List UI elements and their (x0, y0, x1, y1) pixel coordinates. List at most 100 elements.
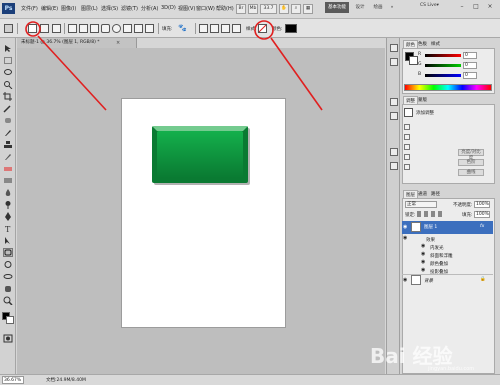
path-selection-tool-icon[interactable] (3, 236, 13, 245)
history-brush-tool-icon[interactable] (3, 152, 13, 161)
green-value-field[interactable]: 0 (463, 62, 477, 69)
blue-slider[interactable] (425, 74, 461, 77)
gradient-tool-icon[interactable] (3, 176, 13, 185)
crop-tool-icon[interactable] (3, 92, 13, 101)
menu-view[interactable]: 视图(V) (178, 5, 195, 12)
zoom-level-field[interactable]: 33.7 (260, 4, 277, 14)
adjustment-button-levels[interactable]: 色阶 (458, 159, 484, 166)
paths-icon[interactable] (40, 24, 49, 33)
eye-icon[interactable]: ◉ (421, 267, 427, 273)
type-tool-icon[interactable]: T (3, 224, 13, 233)
quick-select-tool-icon[interactable] (3, 80, 13, 89)
eye-icon[interactable]: ◉ (403, 235, 409, 241)
background-layer-name[interactable]: 背景 (424, 278, 433, 284)
rectangle-shape-icon[interactable] (90, 24, 99, 33)
eye-icon[interactable]: ◉ (421, 251, 427, 257)
dodge-tool-icon[interactable] (3, 200, 13, 209)
effect-color-overlay[interactable]: 颜色叠加 (430, 261, 448, 267)
document-canvas[interactable] (121, 98, 286, 328)
effect-bevel-emboss[interactable]: 斜面和浮雕 (430, 253, 453, 259)
workspace-more-button[interactable]: » (388, 2, 396, 13)
custom-shape-icon[interactable] (145, 24, 154, 33)
move-tool-icon[interactable] (3, 44, 13, 53)
eye-icon[interactable]: ◉ (421, 243, 427, 249)
menu-help[interactable]: 帮助(H) (216, 5, 234, 12)
curves-icon[interactable] (404, 144, 410, 150)
freeform-pen-icon[interactable] (79, 24, 88, 33)
pen-tool-icon[interactable] (3, 212, 13, 221)
menu-file[interactable]: 文件(F) (21, 5, 38, 12)
marquee-tool-icon[interactable] (3, 56, 13, 65)
panel-background-swatch[interactable] (409, 56, 418, 65)
menu-layer[interactable]: 图层(L) (81, 5, 98, 12)
zoom-tool-icon[interactable] (3, 296, 13, 305)
brightness-icon[interactable] (404, 124, 410, 130)
eraser-tool-icon[interactable] (3, 164, 13, 173)
restore-button[interactable]: □ (470, 2, 482, 12)
brush-panel-icon[interactable] (390, 98, 398, 106)
effect-inner-glow[interactable]: 内发光 (430, 245, 444, 251)
adjustment-button-brightness[interactable]: 亮度/对比度 (458, 149, 484, 161)
menu-edit[interactable]: 编辑(E) (41, 5, 58, 12)
3d-rotate-tool-icon[interactable] (3, 260, 13, 269)
rounded-rectangle-tool-icon[interactable] (4, 24, 13, 33)
zoom-icon[interactable]: ⌕ (291, 4, 301, 14)
clone-source-panel-icon[interactable] (390, 112, 398, 120)
shape-tool-icon[interactable] (3, 248, 13, 257)
healing-brush-tool-icon[interactable] (3, 116, 13, 125)
blur-tool-icon[interactable] (3, 188, 13, 197)
lasso-tool-icon[interactable] (3, 68, 13, 77)
rounded-rect-shape-icon[interactable] (101, 24, 110, 33)
eye-icon[interactable]: ◉ (403, 277, 409, 283)
ellipse-shape-icon[interactable] (112, 24, 121, 33)
cs-live-button[interactable]: CS Live▾ (420, 3, 439, 8)
adjustment-button-curves[interactable]: 曲线 (458, 169, 484, 176)
layer-name[interactable]: 图层 1 (424, 224, 437, 230)
hand-icon[interactable]: ✋ (279, 4, 289, 14)
eye-icon[interactable]: ◉ (403, 224, 409, 230)
color-spectrum-bar[interactable] (404, 84, 492, 91)
add-shape-icon[interactable] (210, 24, 219, 33)
fill-field[interactable]: 100% (474, 211, 490, 218)
brush-tool-icon[interactable] (3, 128, 13, 137)
blue-value-field[interactable]: 0 (463, 72, 477, 79)
bridge-button[interactable]: Br (236, 4, 246, 14)
fx-icon[interactable]: fx (480, 224, 484, 229)
lock-icons[interactable] (417, 211, 445, 217)
menu-image[interactable]: 图像(I) (61, 5, 76, 12)
rounded-rectangle-shape[interactable] (122, 99, 285, 327)
minibridge-button[interactable]: Mb (248, 4, 258, 14)
workspace-design-button[interactable]: 设计 (352, 2, 368, 13)
effects-row[interactable] (402, 235, 493, 243)
minimize-button[interactable]: – (456, 2, 468, 12)
menu-analysis[interactable]: 分析(A) (141, 5, 158, 12)
background-color-swatch[interactable] (6, 316, 14, 324)
green-slider[interactable] (425, 64, 461, 67)
status-zoom-field[interactable]: 36.67% (2, 376, 24, 384)
hand-tool-icon[interactable] (3, 284, 13, 293)
opacity-field[interactable]: 100% (474, 201, 490, 208)
menu-3d[interactable]: 3D(D) (161, 5, 176, 11)
line-shape-icon[interactable] (134, 24, 143, 33)
hue-icon[interactable] (404, 154, 410, 160)
shape-layers-icon[interactable] (28, 24, 37, 33)
clone-stamp-tool-icon[interactable] (3, 140, 13, 149)
fill-pixels-icon[interactable] (52, 24, 61, 33)
menu-window[interactable]: 窗口(W) (196, 5, 215, 12)
paragraph-panel-icon[interactable] (390, 162, 398, 170)
subtract-shape-icon[interactable] (221, 24, 230, 33)
menu-filter[interactable]: 滤镜(T) (121, 5, 138, 12)
workspace-essentials-button[interactable]: 基本功能 (325, 2, 349, 13)
intersect-shape-icon[interactable] (232, 24, 241, 33)
menu-select[interactable]: 选择(S) (101, 5, 118, 12)
red-slider[interactable] (425, 54, 461, 57)
pen-icon[interactable] (68, 24, 77, 33)
workspace-paint-button[interactable]: 绘画 (370, 2, 386, 13)
character-panel-icon[interactable] (390, 148, 398, 156)
eyedropper-tool-icon[interactable] (3, 104, 13, 113)
levels-icon[interactable] (404, 134, 410, 140)
color-swatch[interactable] (285, 24, 297, 33)
history-panel-icon[interactable] (390, 44, 398, 52)
red-value-field[interactable]: 0 (463, 52, 477, 59)
3d-orbit-tool-icon[interactable] (3, 272, 13, 281)
